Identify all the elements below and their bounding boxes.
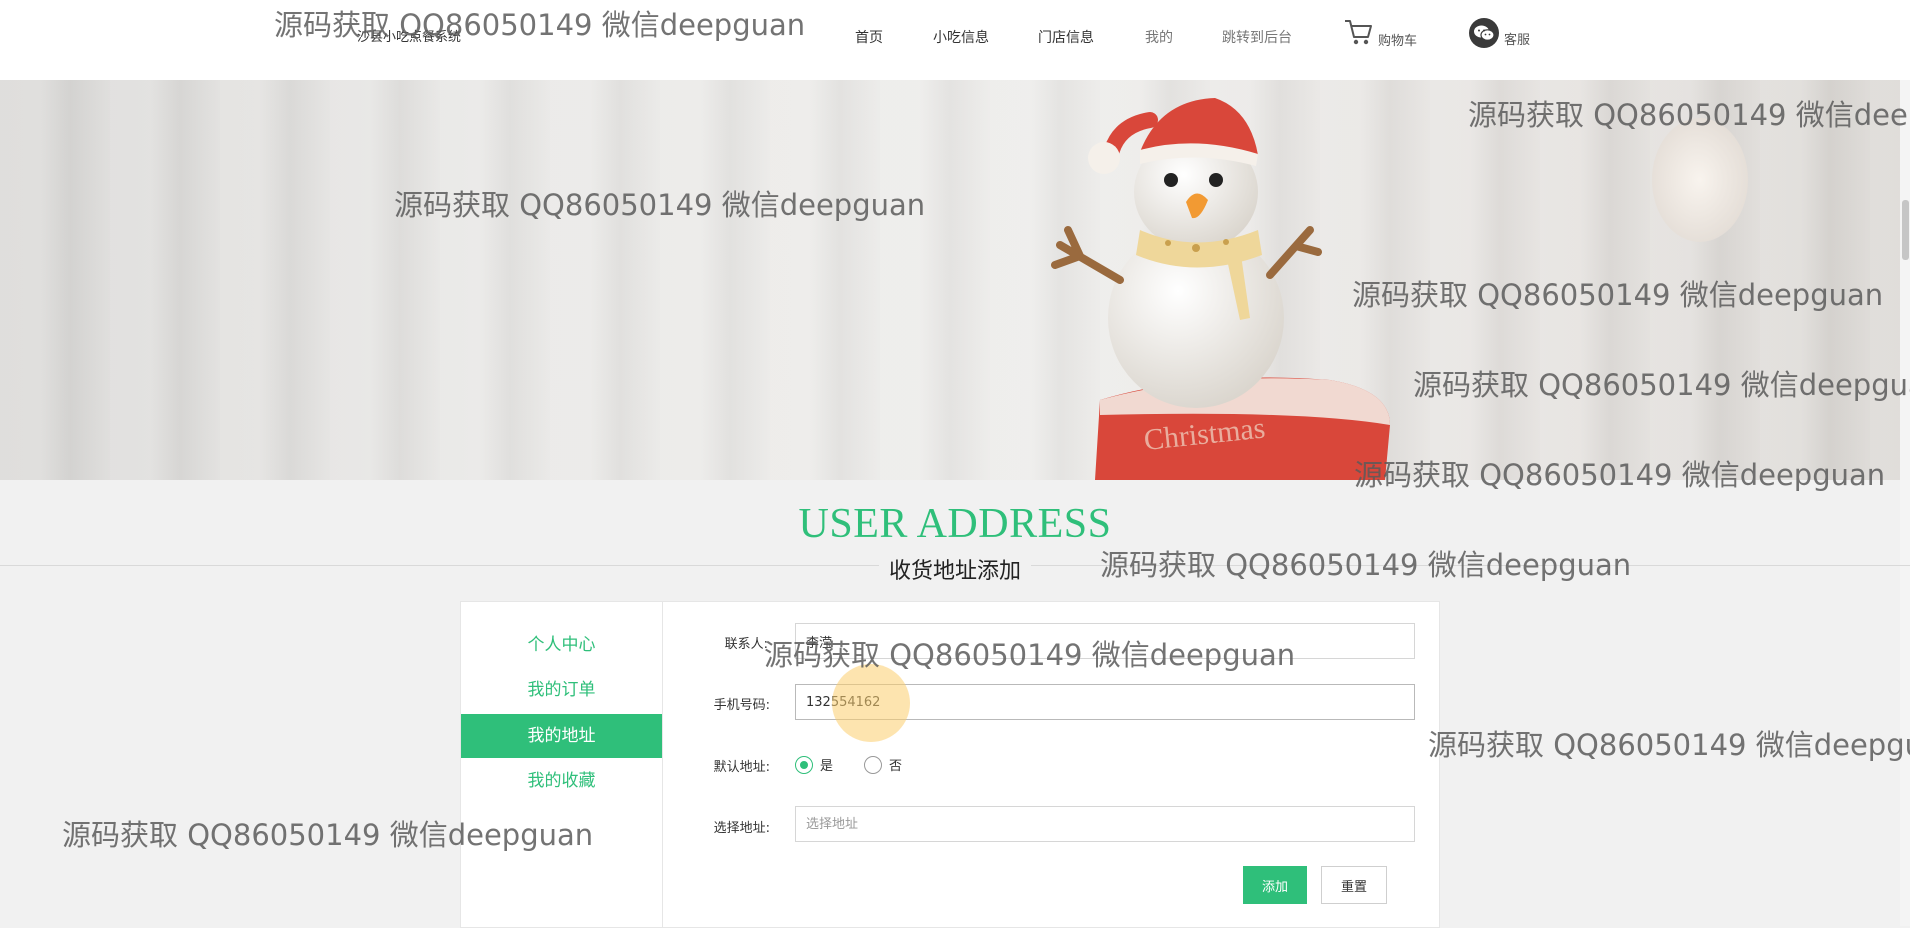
radio-checked-icon: [795, 755, 813, 774]
cart-icon: [1343, 18, 1373, 50]
select-address-label: 选择地址:: [713, 821, 770, 836]
cart-label: 购物车: [1378, 33, 1418, 49]
contact-input[interactable]: [795, 623, 1415, 659]
top-header: 沙县小吃点餐系统 首页 小吃信息 门店信息 我的 跳转到后台 购物车 客服: [0, 0, 1910, 80]
site-title: 沙县小吃点餐系统: [357, 30, 462, 45]
nav-home[interactable]: 首页: [855, 27, 883, 47]
nav-mine[interactable]: 我的: [1145, 27, 1173, 47]
section-subtitle-wrap: 收货地址添加: [0, 553, 1910, 585]
sidebar-item-orders[interactable]: 我的订单: [461, 668, 662, 712]
sidebar-item-favorites[interactable]: 我的收藏: [461, 759, 662, 803]
nav-service[interactable]: 客服: [1469, 18, 1530, 48]
hero-banner: Christmas: [0, 80, 1910, 480]
reset-button[interactable]: 重置: [1321, 866, 1387, 904]
default-no-label: 否: [889, 759, 903, 774]
nav-store-info[interactable]: 门店信息: [1038, 27, 1094, 47]
default-yes-label: 是: [820, 759, 834, 774]
default-yes-radio[interactable]: 是: [795, 755, 833, 774]
contact-label: 联系人:: [724, 637, 768, 652]
address-select-input[interactable]: [795, 806, 1415, 842]
section-title: USER ADDRESS: [798, 501, 1112, 547]
section-subtitle: 收货地址添加: [878, 559, 1031, 584]
radio-unchecked-icon: [864, 755, 882, 774]
wechat-icon: [1469, 18, 1499, 48]
default-no-radio[interactable]: 否: [864, 755, 902, 774]
phone-label: 手机号码:: [713, 698, 770, 713]
nav-admin[interactable]: 跳转到后台: [1222, 27, 1292, 47]
service-label: 客服: [1504, 32, 1531, 48]
sidebar-item-profile[interactable]: 个人中心: [461, 623, 662, 667]
default-address-label: 默认地址:: [713, 760, 770, 775]
watermark: 源码获取 QQ86050149 微信deepguan: [1428, 728, 1910, 762]
sidebar-item-address[interactable]: 我的地址: [461, 714, 662, 758]
scrollbar-thumb[interactable]: [1902, 200, 1909, 260]
nav-snack-info[interactable]: 小吃信息: [933, 27, 989, 47]
phone-input[interactable]: [795, 684, 1415, 720]
user-sidebar: 个人中心 我的订单 我的地址 我的收藏: [461, 602, 663, 927]
nav-cart[interactable]: 购物车: [1343, 18, 1417, 50]
snowman-illustration: Christmas: [1051, 98, 1748, 480]
add-button[interactable]: 添加: [1243, 866, 1307, 904]
